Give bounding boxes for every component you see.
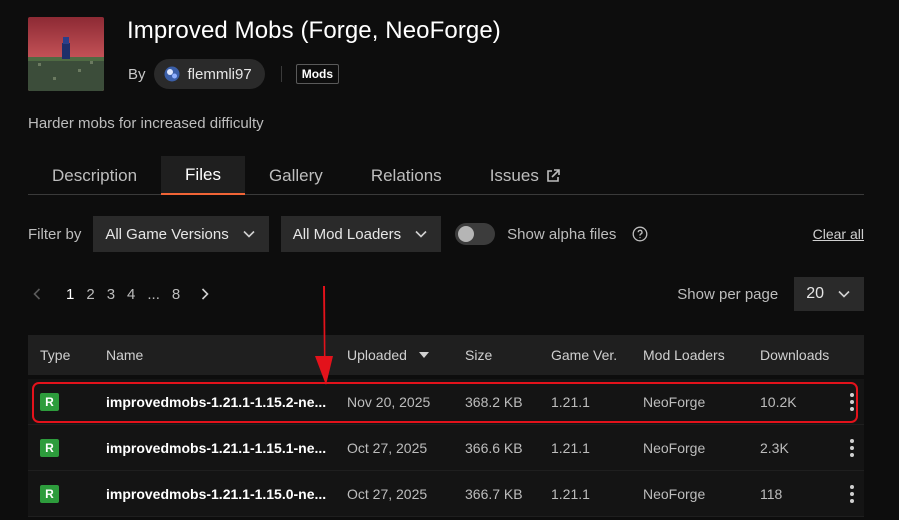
project-summary: Harder mobs for increased difficulty bbox=[28, 115, 264, 132]
table-row[interactable]: R improvedmobs-1.21.1-1.15.0-ne... Oct 2… bbox=[28, 471, 864, 517]
mod-loader-dropdown[interactable]: All Mod Loaders bbox=[280, 216, 442, 252]
per-page-dropdown[interactable]: 20 bbox=[794, 277, 864, 311]
tab-label: Files bbox=[185, 164, 221, 184]
author-link[interactable]: flemmli97 bbox=[153, 59, 265, 89]
page-2[interactable]: 2 bbox=[80, 286, 100, 303]
external-link-icon bbox=[547, 168, 560, 182]
clear-all-link[interactable]: Clear all bbox=[813, 226, 864, 242]
category-badge[interactable]: Mods bbox=[295, 64, 340, 84]
author-row: By flemmli97 Mods bbox=[128, 59, 340, 89]
file-loader: NeoForge bbox=[643, 485, 706, 502]
game-version-dropdown[interactable]: All Game Versions bbox=[93, 216, 269, 252]
dropdown-value: All Mod Loaders bbox=[292, 225, 402, 243]
file-name[interactable]: improvedmobs-1.21.1-1.15.0-ne... bbox=[106, 486, 347, 502]
files-table: Type Name Uploaded Size Game Ver. Mod Lo… bbox=[28, 335, 864, 517]
chevron-down-icon bbox=[838, 290, 850, 298]
project-thumbnail bbox=[28, 17, 104, 91]
page-ellipsis: ... bbox=[147, 285, 160, 303]
page-8[interactable]: 8 bbox=[166, 286, 186, 303]
file-name[interactable]: improvedmobs-1.21.1-1.15.2-ne... bbox=[106, 394, 347, 410]
prev-page-button[interactable] bbox=[28, 277, 46, 311]
release-badge: R bbox=[40, 392, 59, 411]
header-game-ver[interactable]: Game Ver. bbox=[551, 347, 643, 363]
header-uploaded[interactable]: Uploaded bbox=[347, 347, 465, 363]
file-uploaded: Nov 20, 2025 bbox=[347, 393, 431, 410]
tab-relations[interactable]: Relations bbox=[347, 156, 466, 195]
file-game-ver: 1.21.1 bbox=[551, 485, 590, 502]
header-size[interactable]: Size bbox=[465, 347, 551, 363]
table-row[interactable]: R improvedmobs-1.21.1-1.15.2-ne... Nov 2… bbox=[28, 379, 864, 425]
red-arrow-annotation bbox=[315, 286, 333, 385]
tab-description[interactable]: Description bbox=[28, 156, 161, 195]
per-page-control: Show per page 20 bbox=[677, 277, 864, 311]
file-downloads: 2.3K bbox=[760, 439, 789, 456]
file-size: 366.6 KB bbox=[465, 439, 523, 456]
sort-desc-icon bbox=[418, 352, 429, 358]
project-tabs: Description Files Gallery Relations Issu… bbox=[28, 156, 864, 195]
chevron-left-icon bbox=[33, 288, 41, 300]
header-uploaded-label: Uploaded bbox=[347, 347, 407, 363]
file-size: 368.2 KB bbox=[465, 393, 523, 410]
file-loader: NeoForge bbox=[643, 393, 706, 410]
page-1[interactable]: 1 bbox=[60, 286, 80, 303]
divider bbox=[280, 66, 282, 82]
chevron-down-icon bbox=[415, 230, 427, 238]
file-uploaded: Oct 27, 2025 bbox=[347, 439, 428, 456]
header-type: Type bbox=[40, 347, 71, 363]
release-badge: R bbox=[40, 484, 59, 503]
tab-label: Relations bbox=[370, 165, 442, 185]
release-badge: R bbox=[40, 438, 59, 457]
tab-issues[interactable]: Issues bbox=[466, 156, 585, 195]
tab-label: Description bbox=[52, 165, 138, 185]
file-name[interactable]: improvedmobs-1.21.1-1.15.1-ne... bbox=[106, 440, 347, 456]
more-vertical-icon bbox=[850, 392, 854, 411]
project-title: Improved Mobs (Forge, NeoForge) bbox=[127, 17, 501, 44]
filter-bar: Filter by All Game Versions All Mod Load… bbox=[28, 216, 864, 252]
per-page-label: Show per page bbox=[677, 285, 779, 303]
alpha-files-label: Show alpha files bbox=[507, 225, 617, 243]
author-avatar-icon bbox=[164, 66, 180, 82]
page-4[interactable]: 4 bbox=[121, 286, 141, 303]
file-game-ver: 1.21.1 bbox=[551, 439, 590, 456]
alpha-files-toggle[interactable] bbox=[455, 223, 496, 245]
row-menu-button[interactable] bbox=[840, 392, 864, 411]
file-uploaded: Oct 27, 2025 bbox=[347, 485, 428, 502]
toggle-knob bbox=[458, 226, 475, 242]
tab-label: Gallery bbox=[268, 165, 323, 185]
tab-label: Issues bbox=[489, 165, 539, 185]
table-header: Type Name Uploaded Size Game Ver. Mod Lo… bbox=[28, 335, 864, 375]
page-3[interactable]: 3 bbox=[101, 286, 121, 303]
pagination: 1 2 3 4 ... 8 bbox=[28, 277, 214, 311]
help-icon[interactable] bbox=[632, 226, 648, 242]
file-downloads: 118 bbox=[760, 485, 783, 502]
header-mod-loaders[interactable]: Mod Loaders bbox=[643, 347, 760, 363]
next-page-button[interactable] bbox=[196, 277, 214, 311]
tab-gallery[interactable]: Gallery bbox=[245, 156, 347, 195]
file-loader: NeoForge bbox=[643, 439, 706, 456]
file-downloads: 10.2K bbox=[760, 393, 797, 410]
row-menu-button[interactable] bbox=[840, 484, 864, 503]
more-vertical-icon bbox=[850, 438, 854, 457]
filter-label: Filter by bbox=[28, 225, 82, 243]
tab-files[interactable]: Files bbox=[161, 156, 245, 195]
by-label: By bbox=[128, 65, 146, 83]
header-downloads[interactable]: Downloads bbox=[760, 347, 840, 363]
header-name[interactable]: Name bbox=[106, 347, 347, 363]
author-name: flemmli97 bbox=[187, 65, 252, 83]
dropdown-value: 20 bbox=[806, 285, 824, 302]
dropdown-value: All Game Versions bbox=[105, 225, 229, 243]
table-row[interactable]: R improvedmobs-1.21.1-1.15.1-ne... Oct 2… bbox=[28, 425, 864, 471]
file-game-ver: 1.21.1 bbox=[551, 393, 590, 410]
row-menu-button[interactable] bbox=[840, 438, 864, 457]
file-size: 366.7 KB bbox=[465, 485, 523, 502]
chevron-down-icon bbox=[243, 230, 255, 238]
chevron-right-icon bbox=[202, 288, 209, 300]
more-vertical-icon bbox=[850, 484, 854, 503]
